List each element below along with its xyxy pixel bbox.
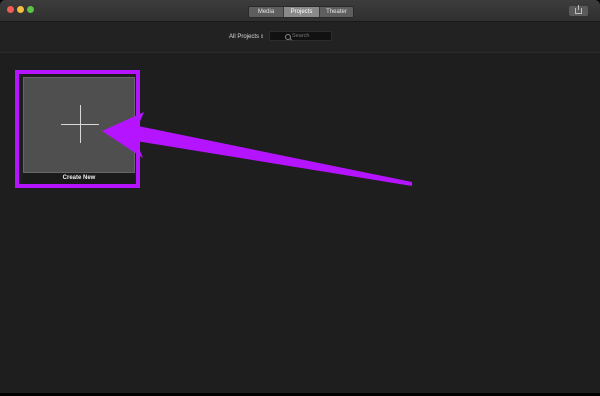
titlebar: Media Projects Theater: [0, 0, 600, 22]
create-new-thumbnail[interactable]: [23, 77, 135, 173]
tab-media[interactable]: Media: [249, 7, 284, 17]
search-input[interactable]: [292, 32, 330, 40]
share-icon: [575, 5, 582, 14]
projects-filter-label: All Projects: [229, 34, 260, 40]
close-icon[interactable]: [7, 6, 14, 13]
search-field[interactable]: [269, 31, 332, 41]
chevron-updown-icon: ⇕: [260, 34, 265, 40]
projects-filter-select[interactable]: All Projects⇕: [229, 33, 264, 42]
imovie-window: Media Projects Theater All Projects⇕ Cre…: [0, 0, 600, 393]
minimize-icon[interactable]: [17, 6, 24, 13]
tab-projects[interactable]: Projects: [284, 7, 320, 17]
zoom-icon[interactable]: [27, 6, 34, 13]
plus-icon-vertical: [80, 105, 81, 143]
search-icon: [285, 34, 291, 40]
create-new-label: Create New: [23, 173, 135, 184]
share-button[interactable]: [569, 5, 588, 16]
tab-theater[interactable]: Theater: [320, 7, 353, 17]
create-new-project-card[interactable]: Create New: [23, 77, 135, 184]
view-switcher: Media Projects Theater: [248, 6, 354, 18]
